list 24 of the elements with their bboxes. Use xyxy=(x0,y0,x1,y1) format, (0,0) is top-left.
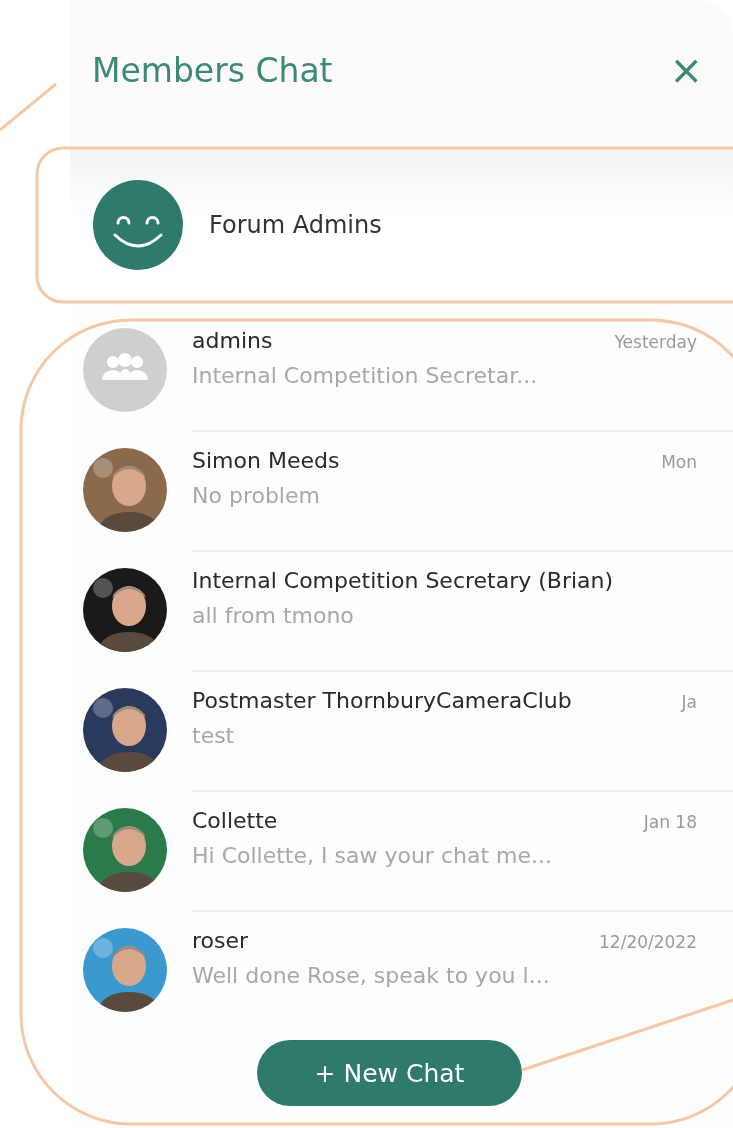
message-preview: all from tmono xyxy=(192,603,355,628)
chat-name: admins xyxy=(192,328,273,353)
chat-date: Ja xyxy=(681,692,697,712)
leader-line xyxy=(0,82,57,132)
panel-title: Members Chat xyxy=(92,50,333,90)
chat-name: Internal Competition Secretary (Brian) xyxy=(192,568,614,593)
chat-date: Yesterday xyxy=(614,332,697,352)
message-preview: test xyxy=(192,723,236,748)
chat-date: 12/20/2022 xyxy=(599,932,697,952)
message-preview: No problem xyxy=(192,483,321,508)
chat-date: Mon xyxy=(661,452,697,472)
new-chat-button[interactable]: + New Chat xyxy=(257,1040,522,1106)
chat-name: Postmaster ThornburyCameraClub xyxy=(192,688,572,713)
close-button[interactable]: × xyxy=(669,50,703,90)
chat-date: Jan 18 xyxy=(643,812,697,832)
group-icon xyxy=(83,328,167,412)
message-preview: Well done Rose, speak to you l... xyxy=(192,963,551,988)
smiley-icon xyxy=(93,180,183,270)
message-preview: Internal Competition Secretar... xyxy=(192,363,539,388)
chat-name: roser xyxy=(192,928,249,953)
chat-name: Forum Admins xyxy=(209,211,382,239)
chat-name: Collette xyxy=(192,808,278,833)
chat-name: Simon Meeds xyxy=(192,448,340,473)
message-preview: Hi Collette, I saw your chat me... xyxy=(192,843,553,868)
